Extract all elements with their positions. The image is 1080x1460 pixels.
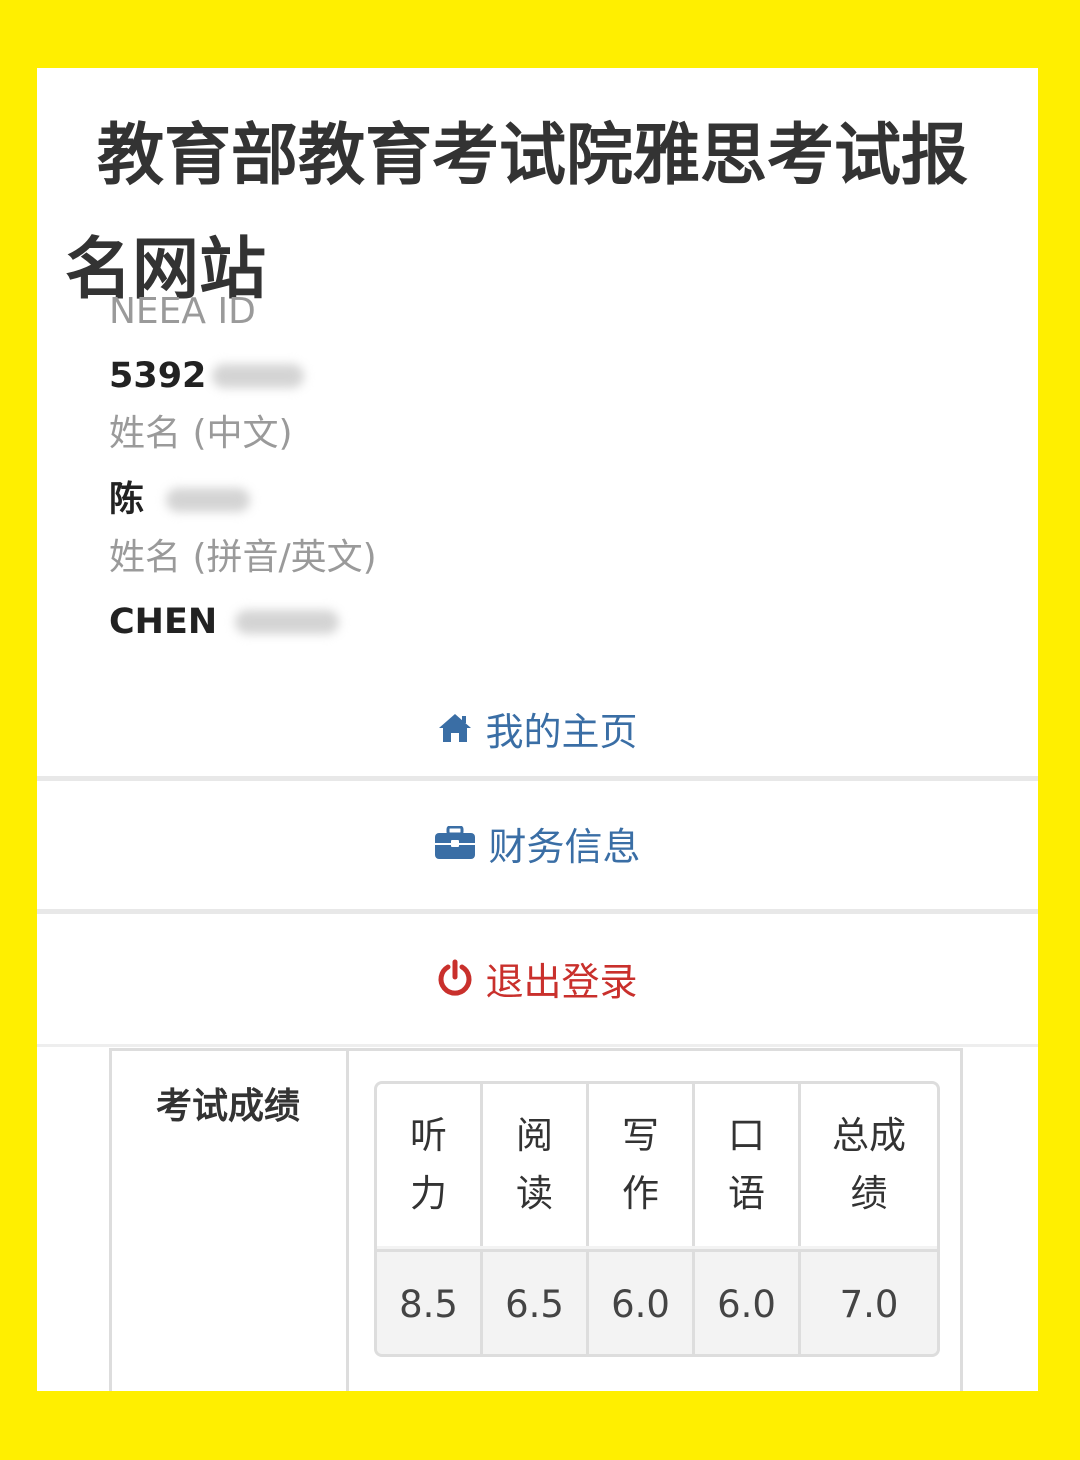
nav-divider	[37, 909, 1038, 914]
header-speaking: 口语	[695, 1084, 801, 1246]
neea-id-visible: 5392	[109, 356, 207, 396]
nav-logout-label: 退出登录	[485, 959, 638, 1004]
nav-home-label: 我的主页	[485, 709, 638, 754]
score-speaking: 6.0	[695, 1252, 801, 1354]
score-overall: 7.0	[839, 1283, 899, 1326]
name-en-visible: CHEN	[109, 602, 218, 642]
nav-finance-info[interactable]: 财务信息	[37, 798, 1038, 888]
nav-my-homepage[interactable]: 我的主页	[37, 683, 1038, 773]
home-icon	[437, 712, 473, 744]
nav-logout[interactable]: 退出登录	[37, 933, 1038, 1023]
score-header-row: 听力 阅读 写作 口语 总成绩	[377, 1084, 937, 1246]
name-cn-label: 姓名 (中文)	[109, 413, 293, 454]
redacted-name-blur	[166, 488, 251, 512]
power-icon	[437, 959, 473, 997]
score-table: 听力 阅读 写作 口语 总成绩 8.5 6.5 6.0 6.0 7.0	[374, 1081, 940, 1357]
nav-divider	[37, 776, 1038, 781]
name-cn-visible: 陈	[109, 480, 145, 520]
nav-finance-label: 财务信息	[488, 824, 641, 869]
score-section: 考试成绩 听力 阅读 写作 口语 总成绩 8.5 6.5 6.0 6.0 7.0	[109, 1048, 963, 1391]
column-separator	[346, 1051, 349, 1391]
neea-id-value: 5392	[109, 354, 305, 398]
header-reading: 阅读	[483, 1084, 589, 1246]
header-listening: 听力	[377, 1084, 483, 1246]
name-en-label: 姓名 (拼音/英文)	[109, 537, 377, 578]
name-cn-value: 陈	[109, 478, 251, 522]
score-label: 考试成绩	[156, 1086, 301, 1127]
briefcase-icon	[434, 826, 476, 860]
score-writing: 6.0	[589, 1252, 695, 1354]
redacted-pinyin-blur	[235, 610, 340, 634]
score-value-row: 8.5 6.5 6.0 6.0 7.0	[377, 1249, 937, 1354]
account-panel: 教育部教育考试院雅思考试报名网站 NEEA ID 5392 姓名 (中文) 陈 …	[37, 68, 1038, 1391]
name-en-value: CHEN	[109, 600, 340, 644]
nav-divider	[37, 1044, 1038, 1047]
header-writing: 写作	[589, 1084, 695, 1246]
score-listening: 8.5	[377, 1252, 483, 1354]
score-reading: 6.5	[483, 1252, 589, 1354]
neea-id-label: NEEA ID	[109, 291, 256, 332]
header-overall: 总成绩	[832, 1114, 906, 1215]
redacted-id-blur	[212, 364, 305, 388]
